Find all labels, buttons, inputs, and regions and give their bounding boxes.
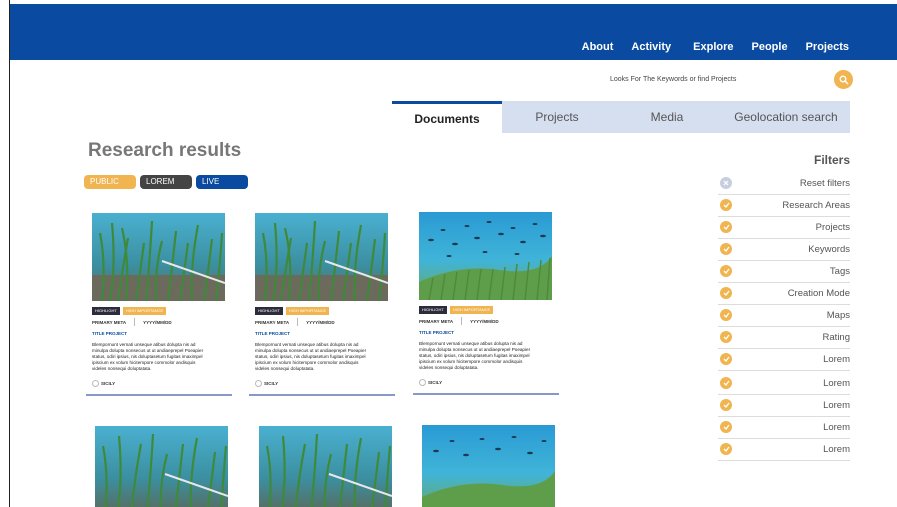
card-underline [249, 394, 395, 396]
card-title-link[interactable]: TITLE PROJECT [419, 330, 454, 335]
tag-live[interactable]: LIVE [196, 175, 248, 189]
page-title: Research results [88, 140, 242, 161]
check-icon [720, 377, 732, 389]
importance-badge: HIGH IMPORTANCE [122, 307, 167, 315]
location-pin-icon [255, 380, 262, 387]
nav-about[interactable]: About [582, 41, 614, 53]
result-tabs: Documents Projects Media Geolocation sea… [392, 101, 850, 133]
divider [461, 317, 463, 325]
tab-media[interactable]: Media [612, 101, 722, 133]
check-icon [720, 199, 732, 211]
filter-lorem[interactable]: Lorem [718, 417, 850, 439]
filter-lorem[interactable]: Lorem [718, 349, 850, 371]
location-pin-icon [419, 379, 426, 386]
nav-people[interactable]: People [752, 41, 788, 53]
nav-explore[interactable]: Explore [693, 41, 733, 53]
check-icon [720, 331, 732, 343]
check-icon [720, 309, 732, 321]
highlight-badge: HIGHLIGHT [255, 307, 283, 315]
card-image-seagrass [92, 213, 225, 301]
divider [134, 318, 136, 326]
primary-meta: PRIMARY META [419, 319, 454, 324]
filter-reset[interactable]: Reset filters [718, 173, 850, 195]
search-icon [839, 75, 848, 84]
close-icon [720, 177, 732, 189]
search-input[interactable]: Looks For The Keywords or find Projects [610, 76, 736, 83]
filter-lorem[interactable]: Lorem [718, 373, 850, 395]
primary-meta: PRIMARY META [92, 320, 127, 325]
check-icon [720, 399, 732, 411]
filter-research-areas[interactable]: Research Areas [718, 195, 850, 217]
card-description: Blempornunt vernati unseque atibus dolup… [255, 342, 367, 371]
card-date: YYYY/MM/DD [470, 319, 499, 324]
card-description: Blempornunt vernati unseque atibus dolup… [419, 341, 531, 370]
filter-rating[interactable]: Rating [718, 327, 850, 349]
filter-projects[interactable]: Projects [718, 217, 850, 239]
card-location: SICILY [101, 381, 116, 386]
check-icon [720, 353, 732, 365]
check-icon [720, 265, 732, 277]
check-icon [720, 287, 732, 299]
filter-maps[interactable]: Maps [718, 305, 850, 327]
check-icon [720, 243, 732, 255]
card-image-seagrass [255, 213, 388, 301]
tab-projects[interactable]: Projects [502, 101, 612, 133]
nav-projects[interactable]: Projects [806, 41, 849, 53]
tag-public[interactable]: PUBLIC [84, 175, 136, 189]
importance-badge: HIGH IMPORTANCE [449, 306, 494, 314]
divider [297, 318, 299, 326]
card-date: YYYY/MM/DD [143, 320, 172, 325]
tab-geolocation-search[interactable]: Geolocation search [722, 101, 850, 133]
tag-lorem[interactable]: LOREM [140, 175, 192, 189]
card-underline [86, 394, 232, 396]
card-image-fish-school [419, 212, 552, 300]
highlight-badge: HIGHLIGHT [419, 306, 447, 314]
card-location: SICILY [428, 380, 443, 385]
check-icon [720, 221, 732, 233]
importance-badge: HIGH IMPORTANCE [285, 307, 330, 315]
top-navigation: About Activity Explore People Projects [564, 41, 849, 53]
filter-lorem[interactable]: Lorem [718, 395, 850, 417]
filter-creation-mode[interactable]: Creation Mode [718, 283, 850, 305]
primary-meta: PRIMARY META [255, 320, 290, 325]
location-pin-icon [92, 380, 99, 387]
card-image-seagrass [259, 426, 392, 507]
tab-documents[interactable]: Documents [392, 101, 502, 133]
card-description: Blempornunt vernati unseque atibus dolup… [92, 342, 204, 371]
card-date: YYYY/MM/DD [306, 320, 335, 325]
card-title-link[interactable]: TITLE PROJECT [255, 331, 290, 336]
card-location: SICILY [264, 381, 279, 386]
filter-lorem[interactable]: Lorem [718, 439, 850, 461]
filter-keywords[interactable]: Keywords [718, 239, 850, 261]
filters-heading: Filters [813, 153, 850, 167]
nav-activity[interactable]: Activity [631, 41, 671, 53]
card-image-fish-school [422, 425, 555, 507]
search-button[interactable] [834, 70, 853, 89]
status-tags: PUBLIC LOREM LIVE [84, 175, 248, 189]
check-icon [720, 421, 732, 433]
card-image-seagrass [95, 426, 228, 507]
card-underline [413, 393, 559, 395]
card-title-link[interactable]: TITLE PROJECT [92, 331, 127, 336]
highlight-badge: HIGHLIGHT [92, 307, 120, 315]
search-bar[interactable]: Looks For The Keywords or find Projects [610, 70, 853, 92]
check-icon [720, 443, 732, 455]
filter-tags[interactable]: Tags [718, 261, 850, 283]
